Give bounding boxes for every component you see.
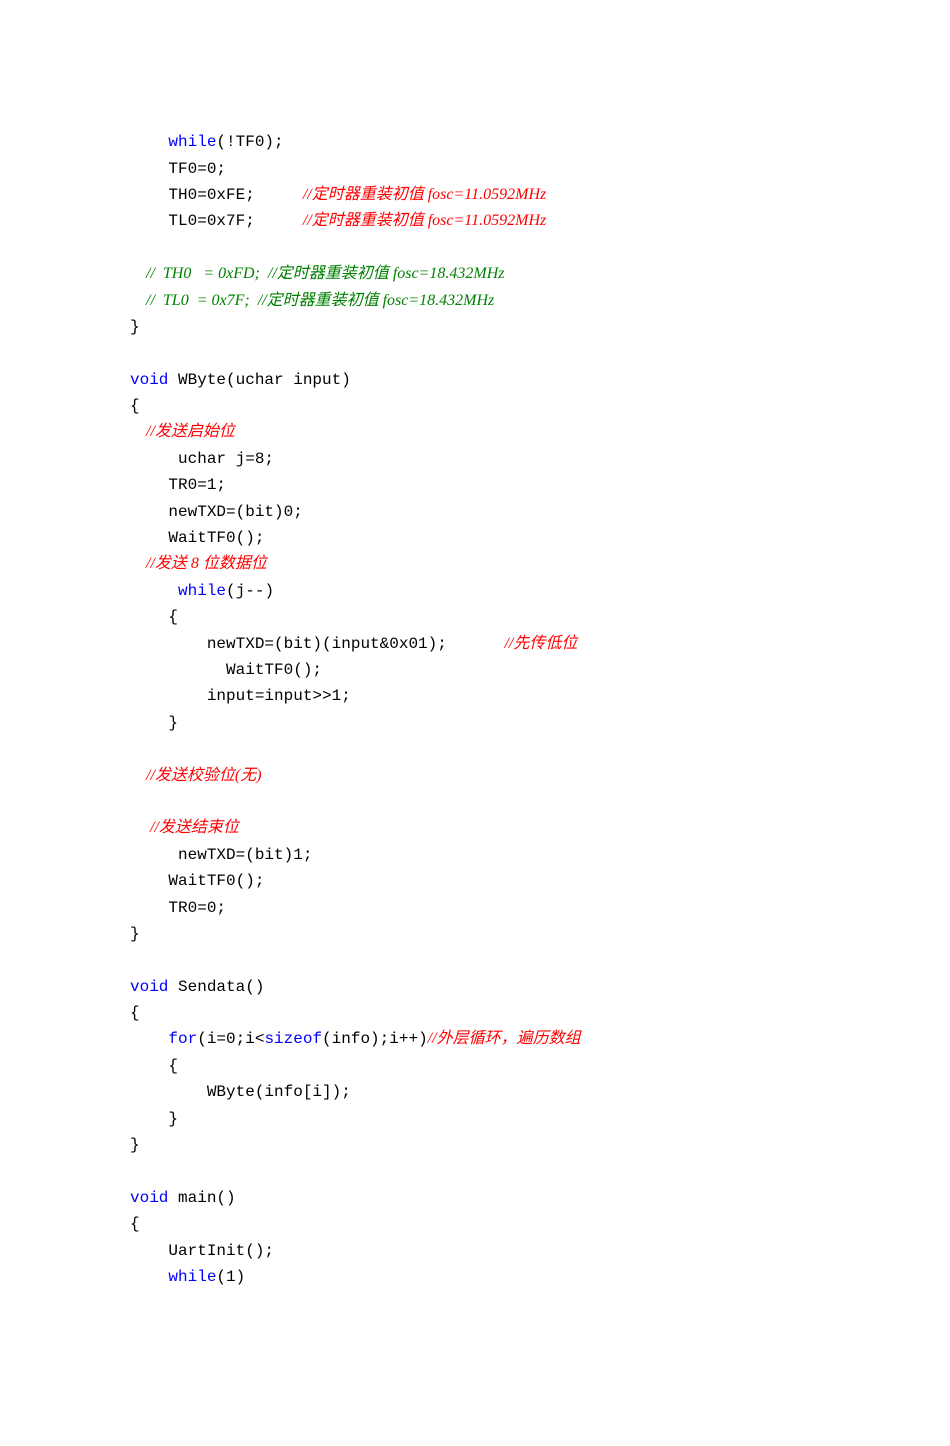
code-line: TF0=0; bbox=[130, 160, 226, 178]
code-line: WaitTF0(); bbox=[130, 872, 264, 890]
code-line: uchar j=8; bbox=[130, 450, 274, 468]
code-line: newTXD=(bit)1; bbox=[130, 846, 312, 864]
code-line: } bbox=[130, 714, 178, 732]
code-line: for(i=0;i<sizeof(info);i++)//外层循环，遍历数组 bbox=[130, 1030, 581, 1048]
code-line: { bbox=[130, 608, 178, 626]
code-line: void WByte(uchar input) bbox=[130, 371, 351, 389]
code-line: { bbox=[130, 397, 140, 415]
code-line: input=input>>1; bbox=[130, 687, 351, 705]
code-line: //发送 8 位数据位 bbox=[130, 555, 267, 573]
code-line: // TL0 = 0x7F; //定时器重装初值 fosc=18.432MHz bbox=[130, 292, 494, 310]
code-line: TR0=0; bbox=[130, 899, 226, 917]
code-line: while(j--) bbox=[130, 582, 274, 600]
code-line: WaitTF0(); bbox=[130, 529, 264, 547]
code-line: } bbox=[130, 925, 140, 943]
code-line: } bbox=[130, 318, 140, 336]
code-line: WByte(info[i]); bbox=[130, 1083, 351, 1101]
code-line: TL0=0x7F; //定时器重装初值 fosc=11.0592MHz bbox=[130, 212, 546, 230]
code-line: while(!TF0); bbox=[130, 133, 284, 151]
code-line: { bbox=[130, 1004, 140, 1022]
code-line: // TH0 = 0xFD; //定时器重装初值 fosc=18.432MHz bbox=[130, 265, 505, 283]
code-line: TH0=0xFE; //定时器重装初值 fosc=11.0592MHz bbox=[130, 186, 546, 204]
code-line: newTXD=(bit)(input&0x01); //先传低位 bbox=[130, 635, 577, 653]
code-line: WaitTF0(); bbox=[130, 661, 322, 679]
code-line: UartInit(); bbox=[130, 1242, 274, 1260]
code-line: //发送启始位 bbox=[130, 423, 235, 441]
code-line: //发送校验位(无) bbox=[130, 767, 262, 785]
code-line: } bbox=[130, 1110, 178, 1128]
code-line: TR0=1; bbox=[130, 476, 226, 494]
code-line: //发送结束位 bbox=[130, 819, 239, 837]
code-line: newTXD=(bit)0; bbox=[130, 503, 303, 521]
code-line: } bbox=[130, 1136, 140, 1154]
code-line: { bbox=[130, 1215, 140, 1233]
code-line: while(1) bbox=[130, 1268, 245, 1286]
code-line: void main() bbox=[130, 1189, 236, 1207]
code-line: void Sendata() bbox=[130, 978, 264, 996]
code-line: { bbox=[130, 1057, 178, 1075]
code-block: while(!TF0); TF0=0; TH0=0xFE; //定时器重装初值 … bbox=[130, 129, 880, 1290]
